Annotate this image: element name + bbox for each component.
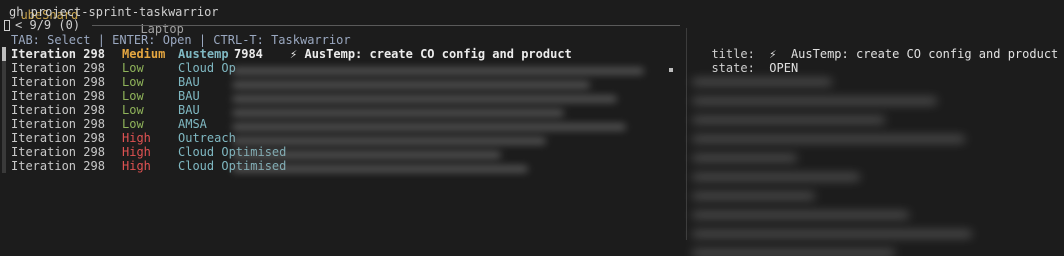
- row-gutter: [2, 103, 6, 117]
- task-project: Outreach: [178, 131, 236, 145]
- redacted-preview-body: [692, 66, 1042, 256]
- task-project: Cloud Op: [178, 61, 236, 75]
- scroll-marker: [669, 68, 673, 72]
- task-priority: Low: [122, 61, 144, 75]
- task-project: BAU: [178, 75, 200, 89]
- task-iteration: Iteration 298: [11, 75, 105, 89]
- redacted-task-titles: [232, 60, 680, 178]
- task-iteration: Iteration 298: [11, 131, 105, 145]
- preview-state-row: state: OPEN: [697, 47, 798, 75]
- row-gutter: [2, 131, 6, 145]
- task-id: 7984: [234, 47, 263, 61]
- preview-title-value: AusTemp: create CO config and product: [790, 47, 1059, 61]
- task-project: BAU: [178, 103, 200, 117]
- task-iteration: Iteration 298: [11, 159, 105, 173]
- task-priority: Low: [122, 89, 144, 103]
- selection-marker: [2, 47, 6, 61]
- task-project: Austemp: [178, 47, 229, 61]
- help-line: TAB: Select | ENTER: Open | CTRL-T: Task…: [11, 33, 351, 47]
- task-title: AusTemp: create CO config and product: [304, 47, 572, 61]
- task-title-cell: ⚡ AusTemp: create CO config and product: [290, 47, 572, 61]
- task-row[interactable]: Iteration 298 Medium Austemp 7984 ⚡ AusTemp:…: [0, 47, 680, 61]
- prompt-char: <: [15, 18, 23, 32]
- row-gutter: [2, 159, 6, 173]
- task-priority: High: [122, 145, 151, 159]
- preview-title-row: title: ⚡ AusTemp: create CO config and p…: [697, 33, 1058, 61]
- task-iteration: Iteration 298: [11, 117, 105, 131]
- row-gutter: [2, 61, 6, 75]
- match-count: 9/9 (0): [29, 18, 81, 32]
- fzf-prompt[interactable]: < 9/9 (0): [4, 18, 80, 32]
- task-iteration: Iteration 298: [11, 89, 105, 103]
- task-priority: Low: [122, 117, 144, 131]
- task-priority: High: [122, 131, 151, 145]
- task-iteration: Iteration 298: [11, 61, 105, 75]
- task-priority: Medium: [122, 47, 166, 61]
- cursor-icon: [4, 19, 10, 31]
- row-gutter: [2, 145, 6, 159]
- task-iteration: Iteration 298: [11, 103, 105, 117]
- task-project: BAU: [178, 89, 200, 103]
- task-priority: Low: [122, 103, 144, 117]
- preview-divider: [686, 28, 687, 240]
- task-iteration: Iteration 298: [11, 47, 105, 61]
- command-line: gh project-sprint-taskwarrior: [9, 5, 219, 19]
- task-priority: High: [122, 159, 151, 173]
- task-priority: Low: [122, 75, 144, 89]
- prompt-separator: [92, 25, 680, 26]
- row-gutter: [2, 89, 6, 103]
- row-gutter: [2, 117, 6, 131]
- task-project: AMSA: [178, 117, 207, 131]
- row-gutter: [2, 75, 6, 89]
- task-iteration: Iteration 298: [11, 145, 105, 159]
